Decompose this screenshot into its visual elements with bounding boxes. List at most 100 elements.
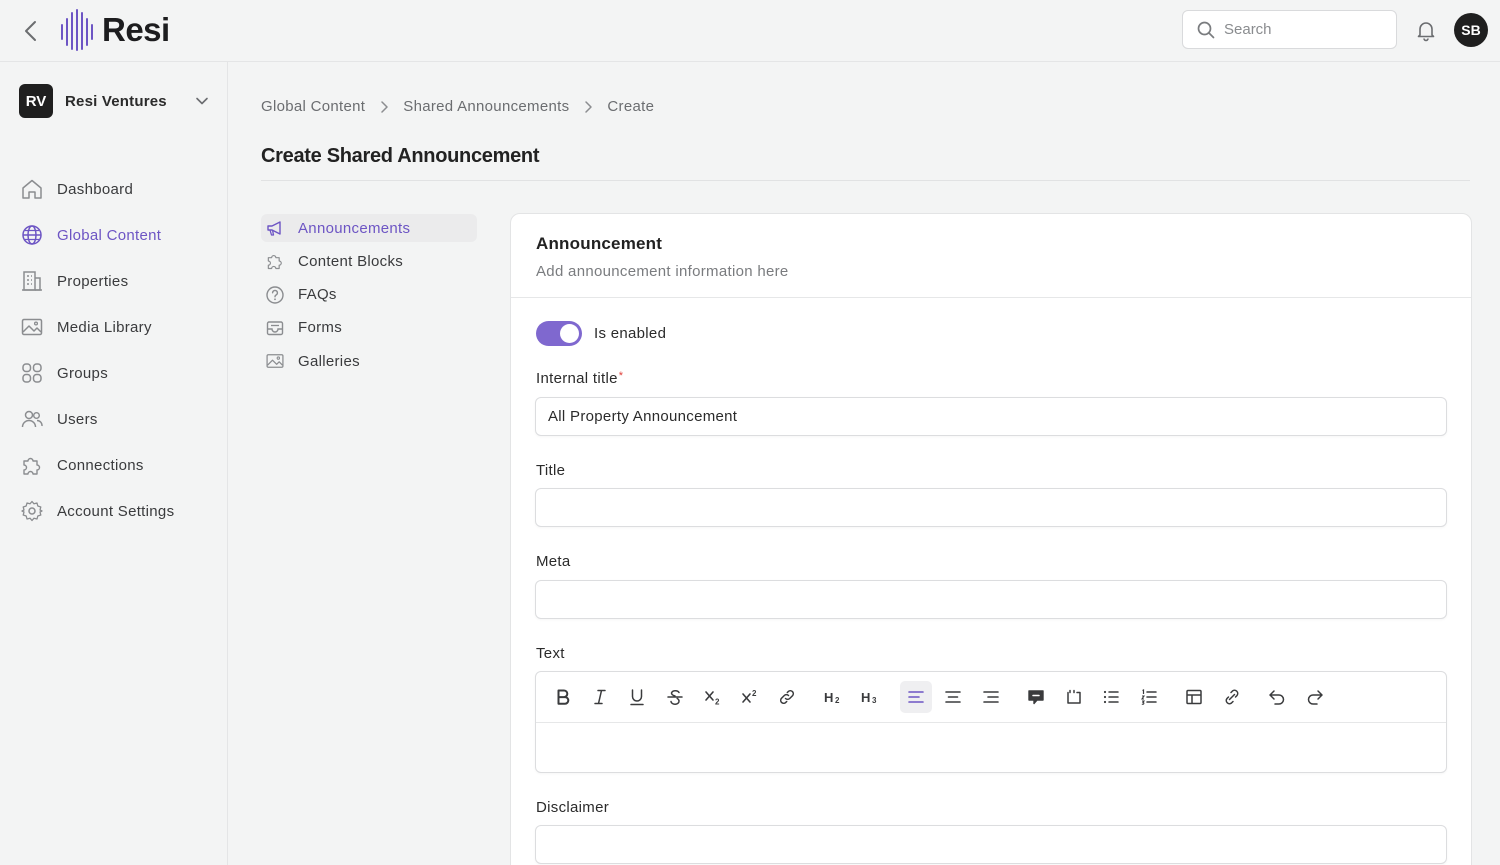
rich-text-editor: 2 2 H2 H3 [535,671,1447,773]
text-label: Text [536,645,565,662]
link-icon[interactable] [771,681,803,713]
card-title: Announcement [536,234,663,253]
sidebar-item-global-content[interactable]: Global Content [20,212,174,258]
sidebar-item-users[interactable]: Users [20,396,174,442]
logo-wordmark: Resi [102,11,170,48]
grid-icon [22,363,42,383]
sidebar-item-media-library[interactable]: Media Library [20,304,174,350]
home-icon [22,179,42,199]
internal-title-input[interactable] [535,397,1447,436]
breadcrumb-create: Create [607,98,655,115]
embed-icon[interactable] [1058,681,1090,713]
chevron-right-icon [585,100,593,113]
content-subnav: Announcements Content Blocks FAQs Forms … [261,214,477,380]
sidebar-item-properties[interactable]: Properties [20,258,174,304]
svg-text:H: H [861,690,870,705]
redo-icon[interactable] [1299,681,1331,713]
sidebar-item-account-settings[interactable]: Account Settings [20,488,174,534]
megaphone-icon [267,221,281,236]
enabled-toggle-row: Is enabled [536,321,666,346]
sidebar-item-connections[interactable]: Connections [20,442,174,488]
svg-text:2: 2 [752,689,757,698]
sidebar-item-label: Media Library [57,318,152,336]
breadcrumb-shared-announcements[interactable]: Shared Announcements [403,98,569,115]
align-center-icon[interactable] [937,681,969,713]
toggle-label: Is enabled [594,325,667,342]
meta-input[interactable] [535,580,1447,619]
subnav-item-announcements[interactable]: Announcements [261,214,477,242]
subnav-item-label: Galleries [298,352,360,370]
resi-logo[interactable]: Resi [60,9,170,51]
attach-link-icon[interactable] [1216,681,1248,713]
org-switcher[interactable]: RV Resi Ventures [19,83,209,119]
comment-icon[interactable] [1020,681,1052,713]
title-label: Title [536,462,566,479]
search-icon [1197,21,1215,38]
announcement-form-card: Announcement Add announcement informatio… [510,213,1472,865]
building-icon [22,271,42,291]
toggle-knob [560,324,579,343]
disclaimer-label: Disclaimer [536,799,610,816]
subnav-item-content-blocks[interactable]: Content Blocks [261,247,477,275]
sidebar-item-label: Dashboard [57,180,134,198]
align-left-icon[interactable] [900,681,932,713]
required-marker: * [618,370,624,382]
sidebar: RV Resi Ventures Dashboard Global Conten… [0,62,228,865]
editor-content-area[interactable] [536,723,1446,772]
table-icon[interactable] [1178,681,1210,713]
page-title: Create Shared Announcement [261,145,540,167]
bell-icon[interactable] [1414,18,1438,42]
chevron-right-icon [381,100,389,113]
puzzle-icon [23,457,41,475]
search-box[interactable] [1182,10,1397,49]
heading3-icon[interactable]: H3 [854,681,886,713]
sidebar-nav: Dashboard Global Content Properties Medi… [20,166,174,534]
sidebar-item-label: Global Content [57,226,162,244]
puzzle-icon [267,255,282,270]
undo-icon[interactable] [1261,681,1293,713]
sidebar-item-dashboard[interactable]: Dashboard [20,166,174,212]
image-icon [266,354,284,369]
sidebar-item-label: Connections [57,456,144,474]
card-header: Announcement Add announcement informatio… [511,214,1471,298]
gear-icon [21,500,43,522]
breadcrumb-global-content[interactable]: Global Content [261,98,365,115]
subnav-item-faqs[interactable]: FAQs [261,281,477,309]
back-arrow-icon[interactable] [20,18,42,44]
strikethrough-icon[interactable] [659,681,691,713]
subnav-item-galleries[interactable]: Galleries [261,347,477,375]
disclaimer-input[interactable] [535,825,1447,864]
sidebar-item-label: Properties [57,272,129,290]
user-avatar[interactable]: SB [1454,13,1488,47]
numbered-list-icon[interactable] [1133,681,1165,713]
subnav-item-label: Forms [298,319,342,337]
image-icon [21,318,43,336]
sidebar-item-groups[interactable]: Groups [20,350,174,396]
question-icon [266,285,284,304]
inbox-icon [266,321,284,336]
subnav-item-forms[interactable]: Forms [261,314,477,342]
title-input[interactable] [535,488,1447,527]
superscript-icon[interactable]: 2 [734,681,766,713]
logo-bars-icon [61,9,93,51]
editor-toolbar: 2 2 H2 H3 [536,672,1446,723]
italic-icon[interactable] [584,681,616,713]
enabled-toggle[interactable] [536,321,582,346]
align-right-icon[interactable] [975,681,1007,713]
globe-icon [22,225,42,245]
org-badge: RV [19,84,53,118]
svg-text:3: 3 [872,696,877,705]
internal-title-label: Internal title* [536,370,623,387]
bold-icon[interactable] [547,681,579,713]
underline-icon[interactable] [621,681,653,713]
bullet-list-icon[interactable] [1095,681,1127,713]
breadcrumb: Global Content Shared Announcements Crea… [261,98,654,115]
users-icon [21,410,43,428]
sidebar-item-label: Users [57,410,98,428]
heading2-icon[interactable]: H2 [817,681,849,713]
subnav-item-label: Content Blocks [298,252,404,270]
subscript-icon[interactable]: 2 [697,681,729,713]
search-input[interactable] [1224,21,1384,38]
chevron-down-icon [196,97,208,105]
svg-text:2: 2 [835,696,840,705]
